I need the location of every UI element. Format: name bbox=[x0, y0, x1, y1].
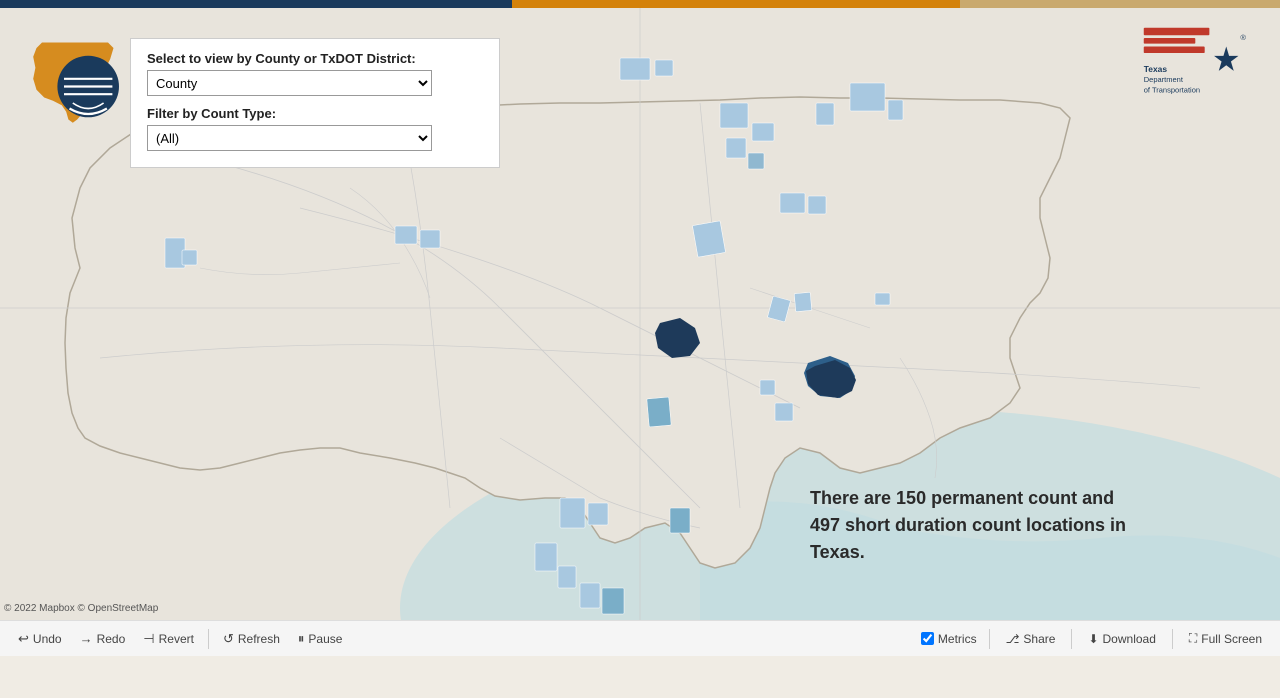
controls-panel: Select to view by County or TxDOT Distri… bbox=[130, 38, 500, 168]
undo-button[interactable]: ↩ Undo bbox=[10, 627, 70, 651]
metrics-checkbox-container[interactable]: Metrics bbox=[921, 632, 977, 646]
top-color-bar bbox=[0, 0, 1280, 8]
undo-icon: ↩ bbox=[18, 631, 29, 647]
map-container: ® Texas Department of Transportation Sel… bbox=[0, 8, 1280, 656]
refresh-icon: ↺ bbox=[223, 631, 234, 647]
redo-label: Redo bbox=[97, 632, 126, 646]
view-by-label: Select to view by County or TxDOT Distri… bbox=[147, 51, 483, 66]
fullscreen-label: Full Screen bbox=[1201, 632, 1262, 646]
toolbar-left: ↩ Undo → Redo ⊣ Revert ↺ Refresh ⏸ Pause bbox=[10, 627, 921, 651]
redo-icon: → bbox=[80, 631, 93, 646]
refresh-label: Refresh bbox=[238, 632, 280, 646]
share-icon: ⎇ bbox=[1006, 632, 1020, 646]
svg-text:Texas: Texas bbox=[1144, 64, 1168, 74]
pause-button[interactable]: ⏸ Pause bbox=[290, 627, 351, 651]
top-bar-dark bbox=[0, 0, 512, 8]
download-button[interactable]: ⬇ Download bbox=[1080, 628, 1163, 650]
fullscreen-button[interactable]: ⛶ Full Screen bbox=[1181, 627, 1270, 650]
texas-logo bbox=[20, 26, 120, 126]
toolbar-right: Metrics ⎇ Share ⬇ Download ⛶ Full Screen bbox=[921, 627, 1270, 650]
pause-icon: ⏸ bbox=[298, 631, 305, 647]
map-attribution: © 2022 Mapbox © OpenStreetMap bbox=[4, 603, 158, 614]
toolbar-separator-1 bbox=[208, 629, 209, 649]
top-bar-orange bbox=[512, 0, 960, 8]
download-label: Download bbox=[1103, 632, 1156, 646]
svg-text:of Transportation: of Transportation bbox=[1144, 85, 1200, 94]
refresh-button[interactable]: ↺ Refresh bbox=[215, 627, 288, 651]
txdot-logo: ® Texas Department of Transportation bbox=[1140, 23, 1260, 98]
info-box: There are 150 permanent count and 497 sh… bbox=[810, 485, 1130, 566]
share-label: Share bbox=[1023, 632, 1055, 646]
pause-label: Pause bbox=[308, 632, 342, 646]
revert-label: Revert bbox=[159, 632, 194, 646]
download-icon: ⬇ bbox=[1088, 632, 1098, 646]
toolbar-separator-2 bbox=[989, 629, 990, 649]
info-text: There are 150 permanent count and 497 sh… bbox=[810, 485, 1130, 566]
redo-button[interactable]: → Redo bbox=[72, 627, 134, 650]
metrics-checkbox[interactable] bbox=[921, 632, 934, 645]
filter-label: Filter by Count Type: bbox=[147, 106, 483, 121]
view-by-select[interactable]: County TxDOT District bbox=[147, 70, 432, 96]
metrics-label: Metrics bbox=[938, 632, 977, 646]
toolbar-separator-3 bbox=[1071, 629, 1072, 649]
undo-label: Undo bbox=[33, 632, 62, 646]
revert-icon: ⊣ bbox=[143, 631, 154, 647]
toolbar-separator-4 bbox=[1172, 629, 1173, 649]
revert-button[interactable]: ⊣ Revert bbox=[135, 627, 202, 651]
svg-text:®: ® bbox=[1240, 33, 1246, 42]
share-button[interactable]: ⎇ Share bbox=[998, 628, 1064, 650]
filter-select[interactable]: (All) Permanent Short Duration bbox=[147, 125, 432, 151]
svg-text:Department: Department bbox=[1144, 75, 1184, 84]
bottom-toolbar: ↩ Undo → Redo ⊣ Revert ↺ Refresh ⏸ Pause bbox=[0, 620, 1280, 656]
top-bar-tan bbox=[960, 0, 1280, 8]
attribution-text: © 2022 Mapbox © OpenStreetMap bbox=[4, 603, 158, 614]
fullscreen-icon: ⛶ bbox=[1189, 631, 1197, 646]
